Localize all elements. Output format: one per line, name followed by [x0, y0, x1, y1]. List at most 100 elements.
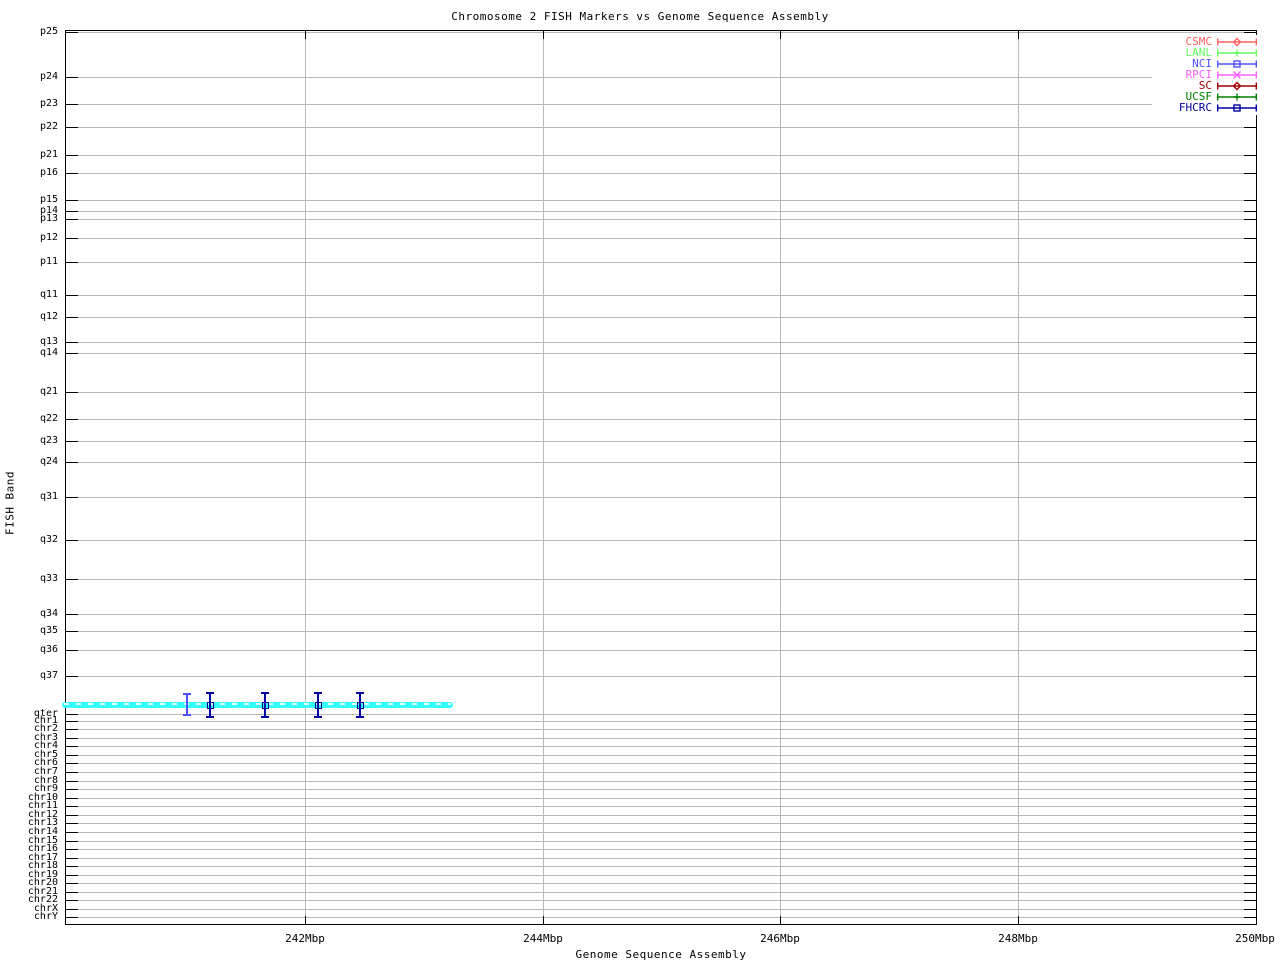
assembly-band-texture	[63, 703, 452, 705]
y-tick-left-chr15	[66, 841, 78, 842]
y-tick-right-q22	[1244, 419, 1256, 420]
y-tick-right-chr7	[1244, 772, 1256, 773]
gridline-h-chr2	[66, 729, 1256, 730]
y-tick-label-q36: q36	[39, 644, 58, 655]
gridline-h-chr11	[66, 806, 1256, 807]
y-tick-left-p14	[66, 211, 78, 212]
y-tick-right-chr15	[1244, 841, 1256, 842]
y-tick-label-q24: q24	[39, 456, 58, 467]
assembly-band-line	[61, 702, 454, 708]
y-tick-right-chr14	[1244, 832, 1256, 833]
y-tick-label-p11: p11	[39, 256, 58, 267]
y-tick-left-chr8	[66, 781, 78, 782]
y-tick-right-q32	[1244, 540, 1256, 541]
y-tick-right-chr9	[1244, 789, 1256, 790]
y-tick-left-q23	[66, 441, 78, 442]
gridline-h-p11	[66, 262, 1256, 263]
x-tick-label-244: 244Mbp	[523, 932, 563, 945]
x-tick-top-246	[780, 31, 781, 39]
y-tick-left-chr3	[66, 738, 78, 739]
y-tick-left-chr4	[66, 746, 78, 747]
gridline-h-chr3	[66, 738, 1256, 739]
y-tick-left-q32	[66, 540, 78, 541]
y-axis-title-text: FISH Band	[3, 470, 17, 536]
x-tick-bottom-246	[780, 916, 781, 924]
gridline-h-chr19	[66, 875, 1256, 876]
x-tick-top-248	[1018, 31, 1019, 39]
y-tick-right-chr5	[1244, 755, 1256, 756]
y-tick-left-chr12	[66, 815, 78, 816]
y-tick-right-p14	[1244, 211, 1256, 212]
gridline-h-chr10	[66, 798, 1256, 799]
y-tick-left-q14	[66, 353, 78, 354]
gridline-h-q37	[66, 676, 1256, 677]
data-point-FHCRC-0	[207, 702, 214, 709]
y-tick-label-p12: p12	[39, 232, 58, 243]
gridline-h-q14	[66, 353, 1256, 354]
gridline-h-q12	[66, 317, 1256, 318]
gridline-v-246	[780, 31, 781, 924]
legend-plus-marker-icon	[1217, 48, 1257, 58]
y-tick-right-chr12	[1244, 815, 1256, 816]
y-tick-left-p11	[66, 262, 78, 263]
gridline-h-q23	[66, 441, 1256, 442]
y-tick-label-q37: q37	[39, 670, 58, 681]
errorbar-cap-top-NCI-0	[183, 693, 191, 695]
errorbar-cap-top-FHCRC-0	[206, 692, 214, 694]
data-point-FHCRC-1	[262, 702, 269, 709]
data-point-FHCRC-3	[357, 702, 364, 709]
y-tick-left-q24	[66, 462, 78, 463]
y-tick-right-q33	[1244, 579, 1256, 580]
y-tick-label-p25: p25	[39, 26, 58, 37]
y-tick-left-chr5	[66, 755, 78, 756]
data-point-FHCRC-2	[315, 702, 322, 709]
y-tick-right-chrX	[1244, 909, 1256, 910]
gridline-h-chr1	[66, 721, 1256, 722]
errorbar-cap-bottom-FHCRC-2	[314, 716, 322, 718]
y-tick-left-chr2	[66, 729, 78, 730]
y-tick-left-q21	[66, 392, 78, 393]
errorbar-cap-top-FHCRC-2	[314, 692, 322, 694]
gridline-h-chr17	[66, 858, 1256, 859]
y-tick-right-q31	[1244, 497, 1256, 498]
errorbar-cap-bottom-NCI-0	[183, 714, 191, 716]
gridline-h-chrX	[66, 909, 1256, 910]
gridline-h-q13	[66, 342, 1256, 343]
legend-item-fhcrc: FHCRC	[1179, 102, 1257, 113]
gridline-h-q32	[66, 540, 1256, 541]
y-tick-left-chr22	[66, 900, 78, 901]
y-tick-left-chr18	[66, 866, 78, 867]
gridline-h-chr5	[66, 755, 1256, 756]
gridline-h-chr15	[66, 841, 1256, 842]
gridline-h-p23	[66, 104, 1256, 105]
y-tick-left-p15	[66, 200, 78, 201]
gridline-h-p21	[66, 155, 1256, 156]
y-tick-label-q23: q23	[39, 435, 58, 446]
gridline-v-248	[1018, 31, 1019, 924]
y-tick-left-p21	[66, 155, 78, 156]
gridline-h-chr21	[66, 892, 1256, 893]
y-tick-left-qter	[66, 714, 78, 715]
legend-item-rpci: RPCI	[1186, 69, 1257, 80]
y-tick-label-q21: q21	[39, 386, 58, 397]
y-tick-right-qter	[1244, 714, 1256, 715]
legend-label-fhcrc: FHCRC	[1178, 101, 1212, 114]
x-tick-bottom-248	[1018, 916, 1019, 924]
gridline-h-chr8	[66, 781, 1256, 782]
y-tick-left-q22	[66, 419, 78, 420]
y-tick-right-chr17	[1244, 858, 1256, 859]
gridline-h-q31	[66, 497, 1256, 498]
chart-title: Chromosome 2 FISH Markers vs Genome Sequ…	[451, 10, 829, 23]
y-tick-right-chr21	[1244, 892, 1256, 893]
gridline-h-p16	[66, 173, 1256, 174]
y-tick-right-q12	[1244, 317, 1256, 318]
y-tick-right-chr2	[1244, 729, 1256, 730]
y-tick-label-q34: q34	[39, 608, 58, 619]
y-tick-label-p23: p23	[39, 98, 58, 109]
gridline-h-chrY	[66, 917, 1256, 918]
y-tick-right-p15	[1244, 200, 1256, 201]
y-tick-right-chr16	[1244, 849, 1256, 850]
y-tick-right-p25	[1244, 32, 1256, 33]
y-tick-left-q13	[66, 342, 78, 343]
y-tick-right-q36	[1244, 650, 1256, 651]
